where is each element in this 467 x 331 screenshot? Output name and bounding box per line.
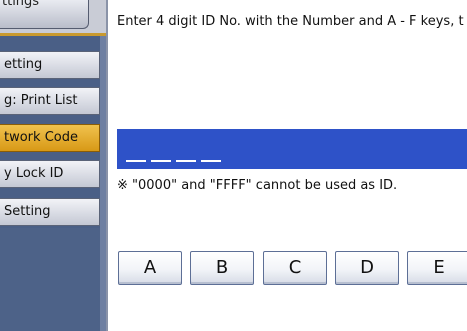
panel-divider <box>106 0 108 331</box>
key-c-button[interactable]: C <box>263 251 327 285</box>
sidebar-header-divider <box>0 33 106 36</box>
key-label: C <box>288 257 302 278</box>
key-a-button[interactable]: A <box>118 251 182 285</box>
sidebar-item-setting[interactable]: etting <box>0 51 100 79</box>
sidebar-item-network-code[interactable]: twork Code <box>0 124 100 152</box>
key-d-button[interactable]: D <box>335 251 399 285</box>
sidebar-item-label: twork Code <box>4 130 78 145</box>
key-label: E <box>433 257 445 278</box>
id-digit-slot-2 <box>151 160 171 162</box>
sidebar-item-label: g: Print List <box>4 93 78 108</box>
key-b-button[interactable]: B <box>190 251 254 285</box>
key-e-button[interactable]: E <box>407 251 467 285</box>
key-label: B <box>215 257 229 278</box>
sidebar-item-print-list[interactable]: g: Print List <box>0 87 100 115</box>
id-digit-slot-4 <box>201 160 221 162</box>
settings-tab[interactable]: ttings <box>0 0 89 29</box>
sidebar-item-label: etting <box>4 57 43 72</box>
key-label: D <box>360 257 374 278</box>
id-restriction-note: ※ "0000" and "FFFF" cannot be used as ID… <box>117 178 398 193</box>
sidebar-empty-area <box>0 228 100 331</box>
sidebar-item-label: y Lock ID <box>4 166 64 181</box>
key-label: A <box>143 257 157 278</box>
sidebar-header: ttings <box>0 0 106 34</box>
id-entry-field[interactable] <box>117 129 467 169</box>
sidebar-item-label: Setting <box>4 204 51 219</box>
sidebar-item-lock-id[interactable]: y Lock ID <box>0 160 100 188</box>
instruction-text: Enter 4 digit ID No. with the Number and… <box>117 14 464 29</box>
id-digit-slot-1 <box>126 160 146 162</box>
sidebar-item-other-setting[interactable]: Setting <box>0 198 100 226</box>
settings-tab-label: ttings <box>2 0 40 9</box>
id-digit-slot-3 <box>176 160 196 162</box>
